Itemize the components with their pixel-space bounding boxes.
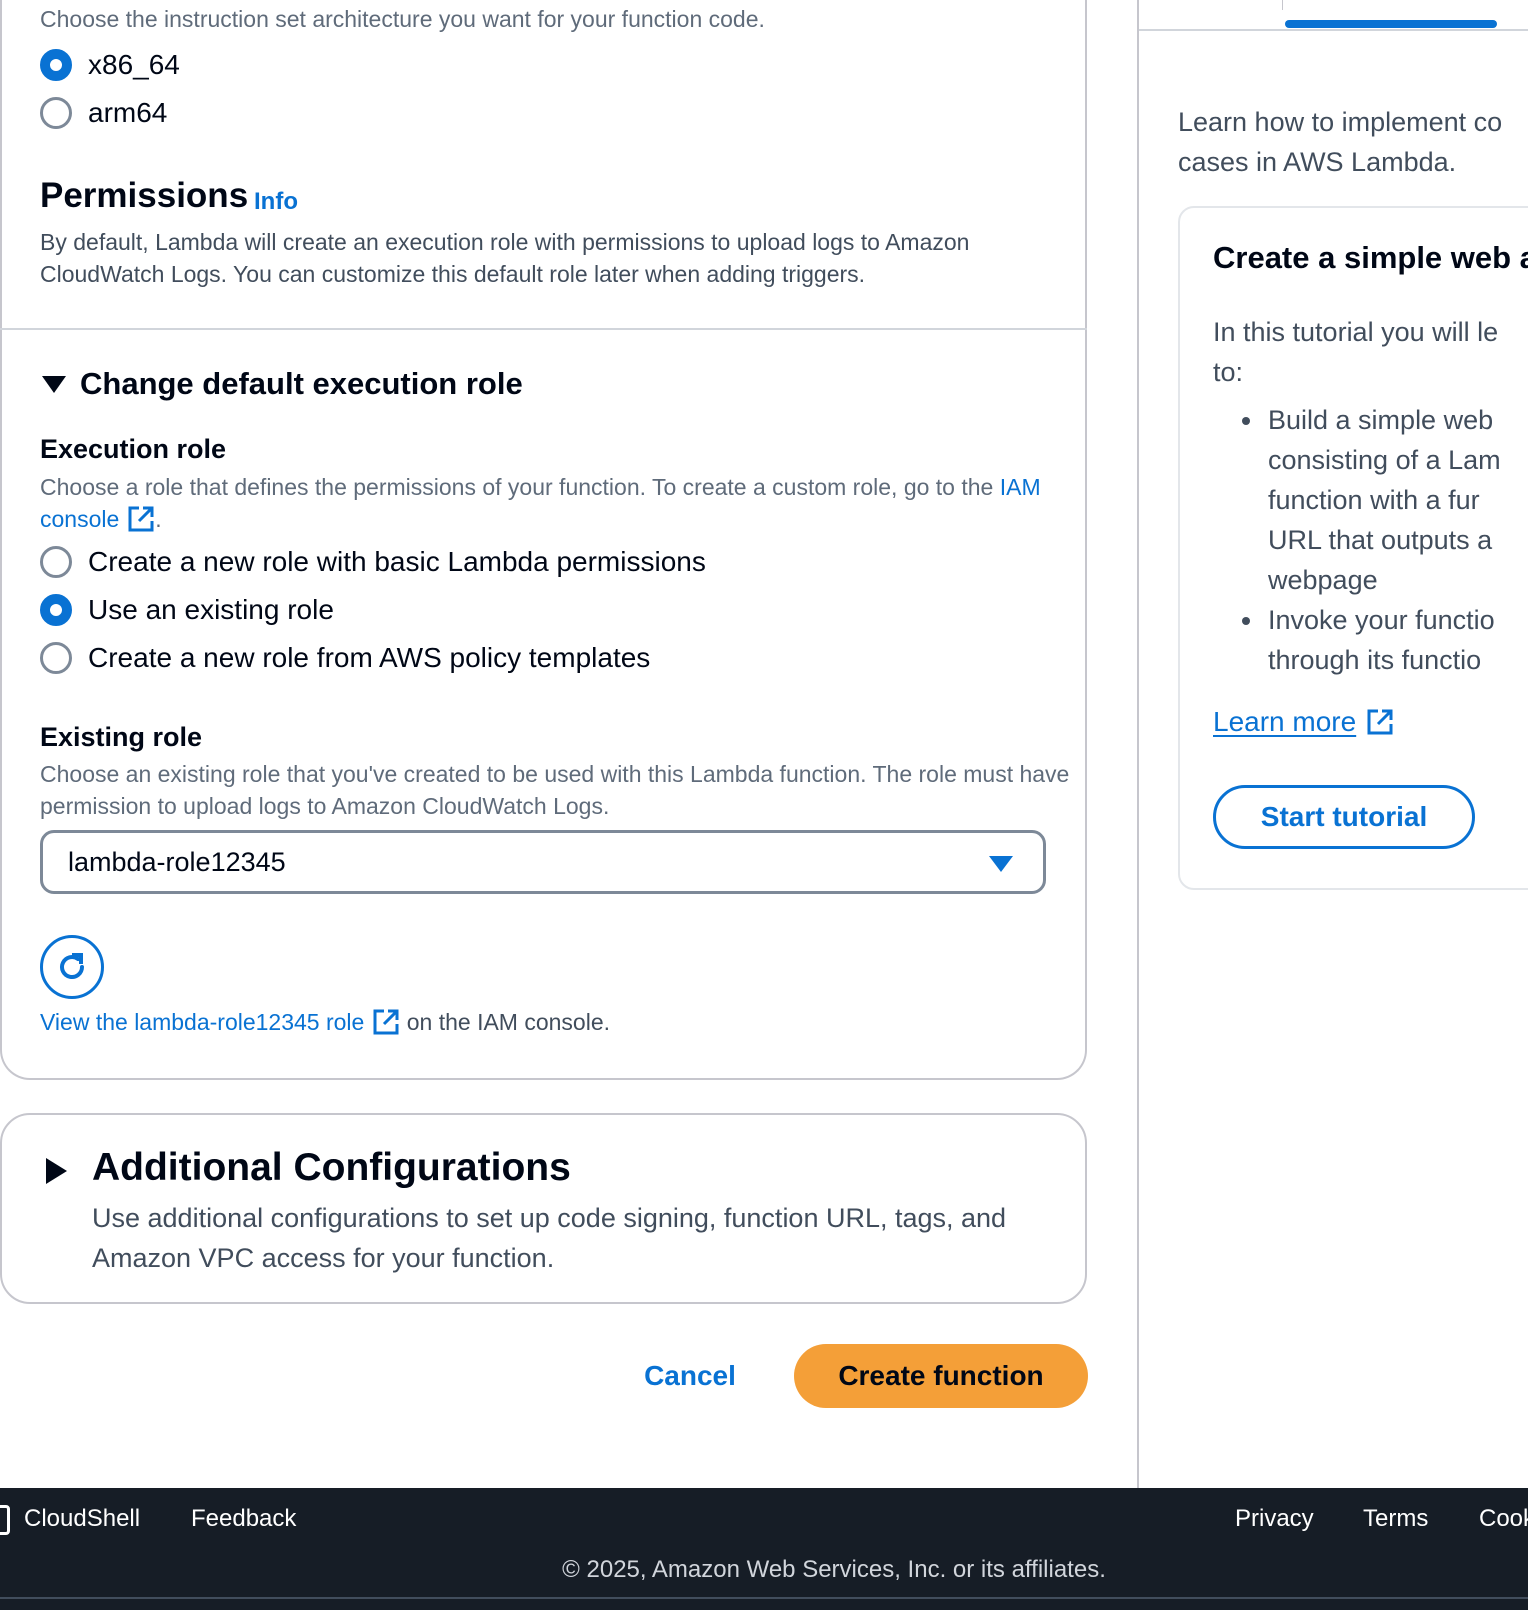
radio-x86-64[interactable]: x86_64	[40, 49, 180, 81]
terms-link[interactable]: Terms	[1363, 1505, 1428, 1533]
tutorial-desc-line: to:	[1213, 357, 1244, 387]
bullet-line: consisting of a Lam	[1268, 445, 1501, 475]
external-link-icon[interactable]	[127, 505, 155, 533]
architecture-description: Choose the instruction set architecture …	[40, 6, 765, 32]
view-role-suffix: on the IAM console.	[406, 1009, 611, 1035]
tutorial-description: In this tutorial you will le to:	[1213, 312, 1528, 392]
bullet-line: Build a simple web	[1268, 405, 1494, 435]
permissions-description: By default, Lambda will create an execut…	[40, 229, 970, 287]
bullet-line: webpage	[1268, 565, 1378, 595]
caret-right-icon[interactable]	[46, 1158, 67, 1184]
expander-label: Change default execution role	[80, 366, 523, 401]
radio-unselected-indicator[interactable]	[40, 97, 72, 129]
radio-label: Create a new role from AWS policy templa…	[88, 642, 651, 673]
refresh-button[interactable]	[40, 935, 104, 999]
radio-unselected-indicator[interactable]	[40, 546, 72, 578]
tutorial-desc-line: In this tutorial you will le	[1213, 317, 1499, 347]
change-execution-role-expander[interactable]: Change default execution role	[42, 366, 523, 402]
panel-tab-separator	[1282, 0, 1283, 10]
footer-bottom-border	[0, 1597, 1528, 1599]
intro-line: cases in AWS Lambda.	[1178, 147, 1457, 177]
tutorial-title: Create a simple web a	[1213, 240, 1528, 275]
bullet-line: Invoke your functio	[1268, 605, 1495, 635]
execution-role-description: Choose a role that defines the permissio…	[40, 471, 1070, 535]
radio-label: x86_64	[88, 49, 180, 80]
view-role-link[interactable]: View the lambda-role12345 role	[40, 1009, 364, 1035]
permissions-info-link[interactable]: Info	[254, 188, 298, 216]
caret-down-icon	[42, 375, 66, 393]
additional-config-description: Use additional configurations to set up …	[92, 1203, 1007, 1273]
refresh-icon	[60, 953, 84, 979]
feedback-link[interactable]: Feedback	[191, 1505, 296, 1533]
panel-tab-underline	[1139, 29, 1528, 31]
radio-label: Use an existing role	[88, 594, 334, 625]
cookies-link[interactable]: Cook	[1479, 1505, 1528, 1533]
select-value: lambda-role12345	[68, 846, 286, 877]
cloudshell-link[interactable]: CloudShell	[24, 1505, 140, 1533]
intro-line: Learn how to implement co	[1178, 107, 1503, 137]
side-panel-divider	[1137, 0, 1139, 1488]
existing-role-description: Choose an existing role that you've crea…	[40, 761, 1070, 819]
side-panel-intro: Learn how to implement co cases in AWS L…	[1178, 102, 1528, 182]
privacy-link[interactable]: Privacy	[1235, 1505, 1314, 1533]
learn-more-link[interactable]: Learn more	[1213, 706, 1394, 738]
radio-label: Create a new role with basic Lambda perm…	[88, 546, 706, 577]
settings-card	[0, 0, 1087, 1080]
tutorial-bullet-list: Build a simple web consisting of a Lam f…	[1242, 400, 1528, 680]
description-text: Choose a role that defines the permissio…	[40, 474, 1000, 500]
bullet-line: function with a fur	[1268, 485, 1480, 515]
start-tutorial-button[interactable]: Start tutorial	[1213, 785, 1475, 849]
external-link-icon[interactable]	[372, 1008, 400, 1036]
caret-down-icon	[989, 856, 1013, 872]
list-item: Build a simple web consisting of a Lam f…	[1242, 400, 1528, 600]
section-divider	[0, 328, 1087, 330]
permissions-title: Permissions	[40, 176, 249, 215]
additional-config-title[interactable]: Additional Configurations	[92, 1146, 571, 1190]
cancel-button[interactable]: Cancel	[630, 1344, 750, 1408]
create-function-button[interactable]: Create function	[794, 1344, 1088, 1408]
bullet-line: through its functio	[1268, 645, 1482, 675]
radio-selected-indicator[interactable]	[40, 594, 72, 626]
execution-role-label: Execution role	[40, 434, 227, 464]
description-suffix: .	[155, 506, 162, 532]
panel-active-tab-indicator[interactable]	[1285, 20, 1497, 28]
copyright-text: © 2025, Amazon Web Services, Inc. or its…	[562, 1556, 1106, 1583]
radio-arm64[interactable]: arm64	[40, 97, 167, 129]
cloudshell-icon[interactable]	[0, 1505, 10, 1535]
radio-unselected-indicator[interactable]	[40, 642, 72, 674]
radio-policy-templates[interactable]: Create a new role from AWS policy templa…	[40, 642, 650, 674]
external-link-icon	[1367, 709, 1393, 735]
learn-more-label: Learn more	[1213, 706, 1357, 737]
existing-role-select[interactable]: lambda-role12345	[40, 830, 1046, 894]
list-item: Invoke your functio through its functio	[1242, 600, 1528, 680]
radio-selected-indicator[interactable]	[40, 49, 72, 81]
radio-create-basic-role[interactable]: Create a new role with basic Lambda perm…	[40, 546, 706, 578]
radio-label: arm64	[88, 97, 168, 128]
radio-use-existing-role[interactable]: Use an existing role	[40, 594, 334, 626]
view-role-text: View the lambda-role12345 role on the IA…	[40, 1008, 610, 1036]
bullet-line: URL that outputs a	[1268, 525, 1493, 555]
existing-role-label: Existing role	[40, 722, 203, 752]
